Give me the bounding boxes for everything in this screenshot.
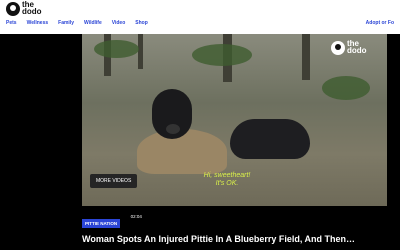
- foliage: [192, 44, 252, 66]
- video-duration: 02:04: [130, 214, 142, 219]
- category-tag[interactable]: PITTIE NATION: [82, 219, 121, 228]
- logo-text: the dodo: [22, 0, 42, 16]
- video-player[interactable]: the dodo Hi, sweetheart! It's OK. MORE V…: [82, 34, 387, 206]
- nav-item-video[interactable]: Video: [112, 20, 126, 30]
- nav-item-family[interactable]: Family: [58, 20, 74, 30]
- foliage: [322, 76, 370, 100]
- dodo-watermark-icon: [331, 41, 345, 55]
- video-watermark: the dodo: [331, 40, 379, 56]
- more-videos-button[interactable]: MORE VIDEOS: [90, 174, 138, 188]
- dog-nose: [166, 124, 180, 134]
- dog-body: [230, 119, 310, 159]
- top-header: the dodo Pets Wellness Family Wildlife V…: [0, 0, 400, 34]
- nav-item-wildlife[interactable]: Wildlife: [84, 20, 102, 30]
- subtitle-line: It's OK.: [215, 180, 239, 187]
- article-info: PITTIE NATION 02:04 Woman Spots An Injur…: [82, 212, 400, 244]
- article-title[interactable]: Woman Spots An Injured Pittie In A Blueb…: [82, 234, 382, 244]
- video-subtitle: Hi, sweetheart! It's OK.: [198, 172, 256, 188]
- nav-item-pets[interactable]: Pets: [6, 20, 17, 30]
- adopt-link[interactable]: Adopt or Fo: [366, 20, 394, 26]
- foliage: [94, 40, 139, 58]
- background-tree: [302, 34, 310, 80]
- main-nav: Pets Wellness Family Wildlife Video Shop: [6, 20, 148, 30]
- nav-item-shop[interactable]: Shop: [135, 20, 148, 30]
- dodo-logo-icon: [6, 2, 20, 16]
- background-tree: [138, 34, 143, 69]
- the-dodo-logo[interactable]: the dodo: [6, 0, 52, 16]
- watermark-text: the dodo: [347, 39, 367, 55]
- nav-item-wellness[interactable]: Wellness: [27, 20, 49, 30]
- subtitle-line: Hi, sweetheart!: [203, 172, 251, 179]
